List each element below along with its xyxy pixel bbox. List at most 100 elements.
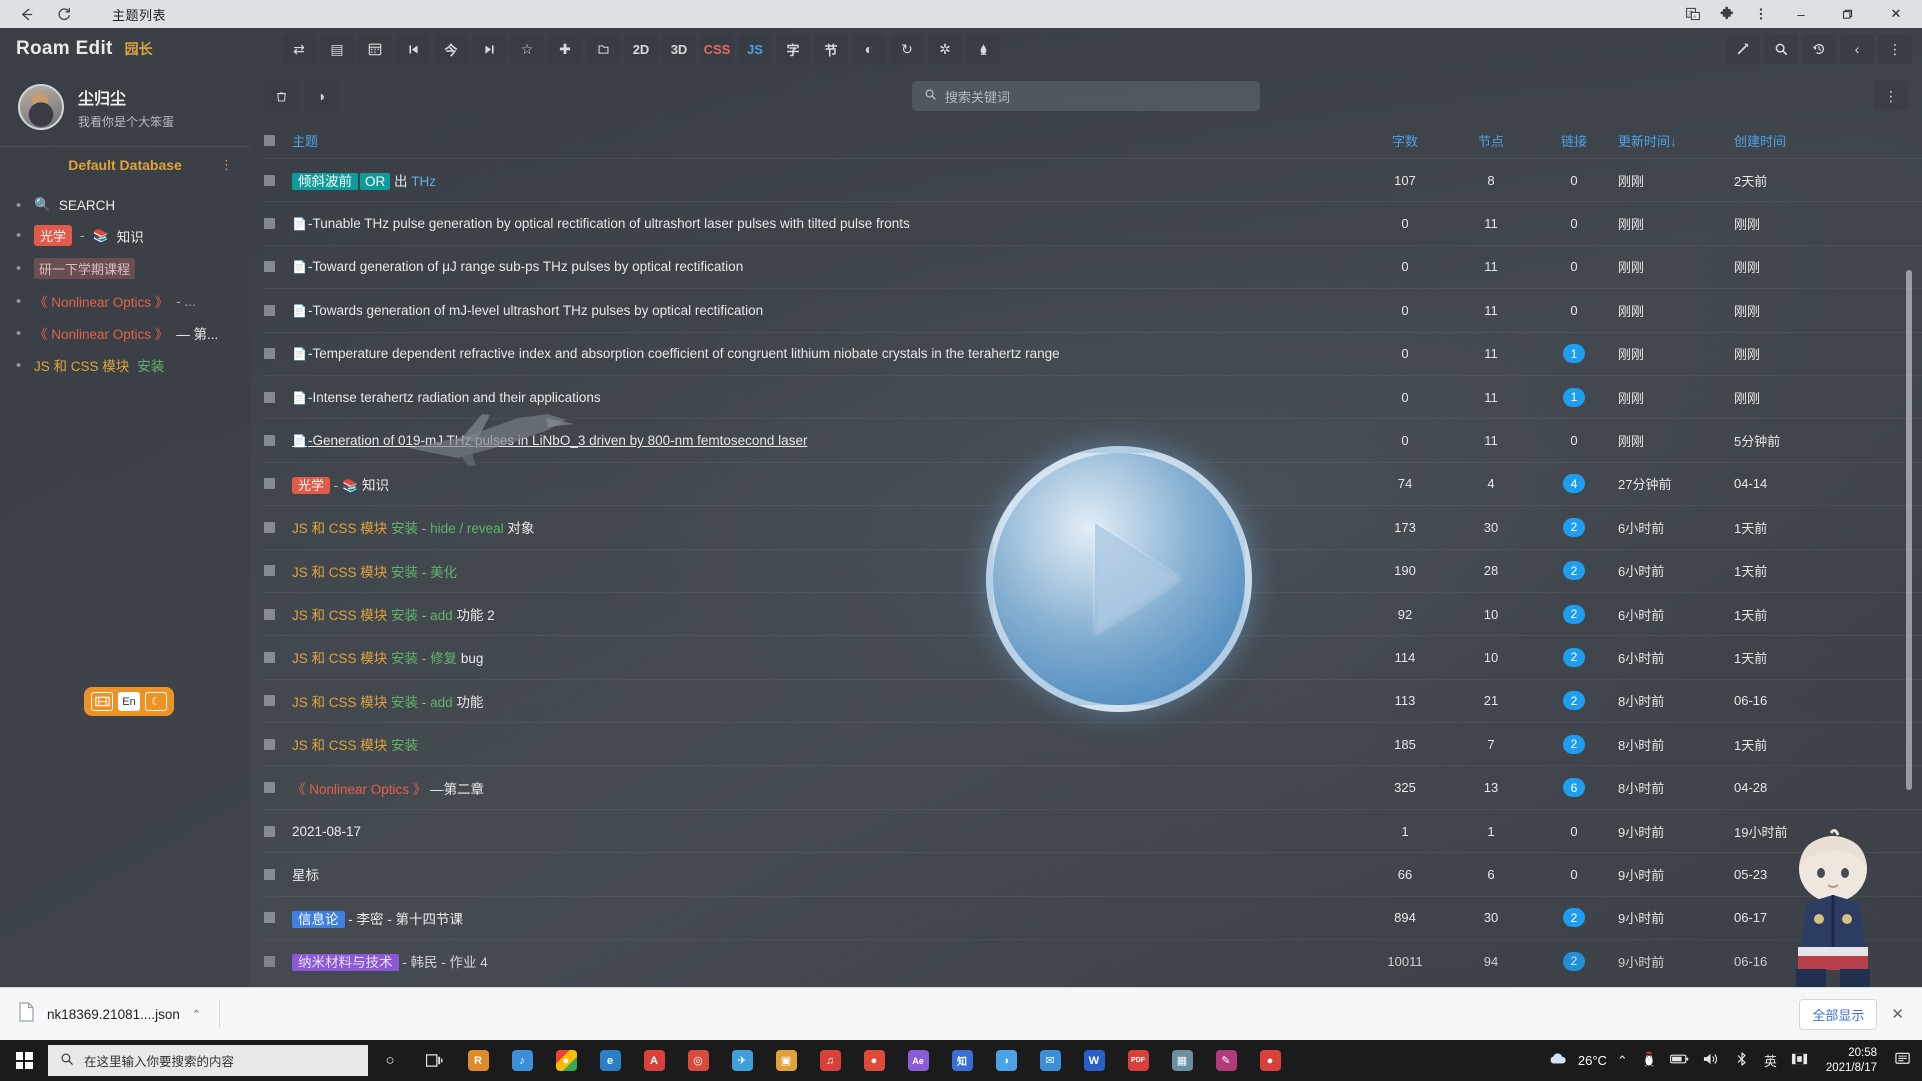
font-icon[interactable]: 字 xyxy=(776,34,810,64)
taskbar-app-telegram[interactable]: ✈ xyxy=(720,1040,764,1081)
database-selector[interactable]: Default Database ⋮ xyxy=(0,146,250,183)
trash-icon[interactable] xyxy=(264,81,298,111)
graph-2d-icon[interactable]: 2D xyxy=(624,34,658,64)
tag-js-css-module[interactable]: JS 和 CSS 模块 xyxy=(292,738,387,753)
language-theme-toggle[interactable]: En ☾ xyxy=(84,687,174,716)
english-toggle[interactable]: En xyxy=(118,692,140,711)
taskbar-clock[interactable]: 20:58 2021/8/17 xyxy=(1818,1046,1885,1076)
row-title[interactable]: 📄-Temperature dependent refractive index… xyxy=(292,346,1362,361)
taskbar-app-qq[interactable]: ● xyxy=(852,1040,896,1081)
row-links-badge[interactable]: 4 xyxy=(1563,474,1585,494)
tag-install[interactable]: 安装 xyxy=(391,738,418,753)
window-maximize-button[interactable] xyxy=(1824,0,1870,28)
keyboard-icon[interactable] xyxy=(91,692,113,711)
sidebar-item-optics-knowledge[interactable]: • 光学 - 📚 知识 xyxy=(0,219,250,252)
show-all-downloads-button[interactable]: 全部显示 xyxy=(1799,998,1878,1030)
table-row[interactable]: 📄-Temperature dependent refractive index… xyxy=(264,331,1922,375)
column-header-updated[interactable]: 更新时间↓ xyxy=(1614,131,1730,150)
tag-js-css-module[interactable]: JS 和 CSS 模块 xyxy=(292,608,387,623)
window-close-button[interactable]: ✕ xyxy=(1870,0,1922,28)
row-links-badge[interactable]: 6 xyxy=(1563,778,1585,798)
row-links-badge[interactable]: 2 xyxy=(1563,691,1585,711)
row-checkbox[interactable] xyxy=(264,738,275,750)
battery-icon[interactable] xyxy=(1666,1053,1693,1068)
row-links-badge[interactable]: 2 xyxy=(1563,951,1585,971)
row-title[interactable]: 📄-Towards generation of mJ-level ultrash… xyxy=(292,303,1362,318)
section-icon[interactable]: 节 xyxy=(814,34,848,64)
row-title[interactable]: JS 和 CSS 模块 安装 xyxy=(292,734,1362,754)
table-row[interactable]: 《 Nonlinear Optics 》 —第二章 325 13 6 8小时前 … xyxy=(264,765,1922,808)
reload-icon[interactable] xyxy=(54,4,74,24)
taskbar-app-pen[interactable]: ✎ xyxy=(1204,1040,1248,1081)
cloud-icon[interactable] xyxy=(1544,1052,1572,1069)
row-checkbox[interactable] xyxy=(264,521,275,533)
window-minimize-button[interactable]: – xyxy=(1778,0,1824,28)
row-checkbox[interactable] xyxy=(264,955,275,967)
settings-icon[interactable]: ✲ xyxy=(928,34,962,64)
taskbar-app-folder[interactable]: ▣ xyxy=(764,1040,808,1081)
table-row[interactable]: JS 和 CSS 模块 安装 185 7 2 8小时前 1天前 xyxy=(264,722,1922,765)
tag-js-css-module[interactable]: JS 和 CSS 模块 xyxy=(292,651,387,666)
task-view-icon[interactable] xyxy=(412,1040,456,1081)
puzzle-piece-icon[interactable] xyxy=(1710,0,1744,28)
row-links-badge[interactable]: 2 xyxy=(1563,517,1585,537)
row-checkbox[interactable] xyxy=(264,912,275,924)
tag-install[interactable]: 安装 xyxy=(391,695,418,710)
card-icon[interactable]: ▤ xyxy=(320,34,354,64)
penguin-icon[interactable] xyxy=(1638,1051,1660,1070)
row-links-badge[interactable]: 1 xyxy=(1563,387,1585,407)
row-links-badge[interactable]: 2 xyxy=(1563,647,1585,667)
row-links-badge[interactable]: 2 xyxy=(1563,561,1585,581)
tag-information-theory[interactable]: 信息论 xyxy=(292,910,345,928)
translate-icon[interactable]: 文A xyxy=(1676,0,1710,28)
windows-start-button[interactable] xyxy=(0,1040,48,1081)
add-icon[interactable]: ✚ xyxy=(548,34,582,64)
table-row[interactable]: 📄-Towards generation of mJ-level ultrash… xyxy=(264,288,1922,331)
row-title[interactable]: 📄-Toward generation of μJ range sub-ps T… xyxy=(292,259,1362,274)
sidebar-item-nonlinear-optics-2[interactable]: • 《 Nonlinear Optics 》 — 第... xyxy=(0,317,250,349)
table-row[interactable]: 信息论 - 李密 - 第十四节课 894 30 2 9小时前 06-17 xyxy=(264,895,1922,939)
skip-next-icon[interactable] xyxy=(472,34,506,64)
calendar-icon[interactable] xyxy=(358,34,392,64)
tag-install[interactable]: 安装 xyxy=(391,651,418,666)
row-checkbox[interactable] xyxy=(264,218,275,230)
row-links-badge[interactable]: 2 xyxy=(1563,908,1585,928)
column-header-links[interactable]: 链接 xyxy=(1534,131,1614,150)
js-icon[interactable]: JS xyxy=(738,34,772,64)
table-row[interactable]: 2021-08-17 1 1 0 9小时前 19小时前 xyxy=(264,808,1922,852)
column-header-created[interactable]: 创建时间 xyxy=(1730,131,1860,150)
back-arrow-icon[interactable] xyxy=(16,4,36,24)
column-header-nodes[interactable]: 节点 xyxy=(1448,131,1534,150)
magic-wand-icon[interactable] xyxy=(1726,34,1760,64)
row-title[interactable]: 2021-08-17 xyxy=(292,824,1362,839)
row-checkbox[interactable] xyxy=(264,261,275,273)
user-profile[interactable]: 尘归尘 我看你是个大笨蛋 xyxy=(0,70,250,146)
taskbar-search-input[interactable]: 在这里输入你要搜索的内容 xyxy=(48,1045,368,1076)
taskbar-app-netease[interactable]: ♫ xyxy=(808,1040,852,1081)
row-title[interactable]: 《 Nonlinear Optics 》 —第二章 xyxy=(292,778,1362,798)
moon-icon[interactable]: ☾ xyxy=(145,692,167,711)
column-header-words[interactable]: 字数 xyxy=(1362,131,1448,150)
cortana-circle-icon[interactable]: ○ xyxy=(368,1040,412,1081)
taskbar-app-after-effects[interactable]: Ae xyxy=(896,1040,940,1081)
row-title[interactable]: JS 和 CSS 模块 安装 - add 功能 xyxy=(292,691,1362,711)
table-row[interactable]: 📄-Toward generation of μJ range sub-ps T… xyxy=(264,244,1922,288)
contrast-filter-icon[interactable]: ◑ xyxy=(304,81,338,111)
taskbar-app-wechat[interactable]: ◎ xyxy=(676,1040,720,1081)
today-icon[interactable]: 今 xyxy=(434,34,468,64)
tag-thz[interactable]: THz xyxy=(411,174,436,189)
sidebar-item-nonlinear-optics-1[interactable]: • 《 Nonlinear Optics 》 - ... xyxy=(0,285,250,317)
row-links-badge[interactable]: 2 xyxy=(1563,734,1585,754)
taskbar-app-camera[interactable]: ▦ xyxy=(1160,1040,1204,1081)
folder-icon[interactable] xyxy=(586,34,620,64)
tag-js-css-module[interactable]: JS 和 CSS 模块 xyxy=(292,565,387,580)
content-menu-icon[interactable]: ⋮ xyxy=(1874,81,1908,111)
download-item[interactable]: nk18369.21081....json ⌃ xyxy=(0,1001,201,1027)
swap-icon[interactable]: ⇄ xyxy=(282,34,316,64)
row-checkbox[interactable] xyxy=(264,391,275,403)
taskbar-app-chrome[interactable]: ● xyxy=(544,1040,588,1081)
row-checkbox[interactable] xyxy=(264,608,275,620)
row-checkbox[interactable] xyxy=(264,565,275,577)
row-checkbox[interactable] xyxy=(264,174,275,186)
browser-menu-icon[interactable] xyxy=(1744,0,1778,28)
